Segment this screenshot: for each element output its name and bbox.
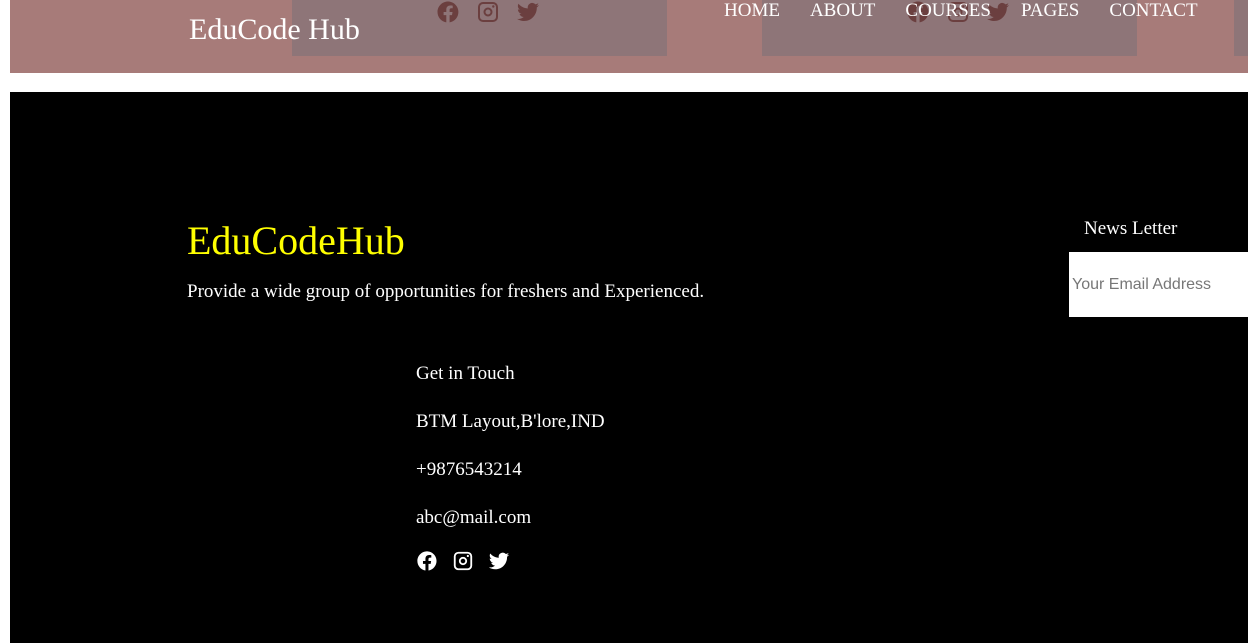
newsletter-label: News Letter (1084, 218, 1178, 239)
facebook-icon[interactable] (435, 0, 461, 24)
facebook-icon[interactable] (416, 550, 438, 572)
nav-courses[interactable]: COURSES (905, 0, 991, 22)
footer-social-icons (416, 550, 605, 572)
nav-about[interactable]: ABOUT (810, 0, 875, 22)
newsletter-email-input[interactable] (1069, 252, 1248, 317)
contact-section: Get in Touch BTM Layout,B'lore,IND +9876… (416, 362, 605, 572)
contact-address: BTM Layout,B'lore,IND (416, 411, 605, 432)
twitter-icon[interactable] (515, 0, 541, 24)
site-header: EduCode Hub HOME ABOUT COURSES PAGES CON… (10, 0, 1248, 73)
main-nav: HOME ABOUT COURSES PAGES CONTACT (724, 0, 1228, 22)
site-footer: EduCodeHub Provide a wide group of oppor… (10, 92, 1248, 643)
nav-home[interactable]: HOME (724, 0, 780, 22)
nav-contact[interactable]: CONTACT (1109, 0, 1197, 22)
twitter-icon[interactable] (488, 550, 510, 572)
header-social-icons-left (435, 0, 541, 24)
footer-title: EduCodeHub (187, 218, 405, 263)
contact-heading: Get in Touch (416, 363, 515, 384)
contact-phone: +9876543214 (416, 459, 522, 480)
contact-email: abc@mail.com (416, 507, 532, 528)
instagram-icon[interactable] (452, 550, 474, 572)
footer-description: Provide a wide group of opportunities fo… (187, 281, 705, 302)
hero-panel-edge (1234, 0, 1248, 56)
instagram-icon[interactable] (475, 0, 501, 24)
nav-pages[interactable]: PAGES (1021, 0, 1079, 22)
brand-logo[interactable]: EduCode Hub (189, 12, 360, 48)
